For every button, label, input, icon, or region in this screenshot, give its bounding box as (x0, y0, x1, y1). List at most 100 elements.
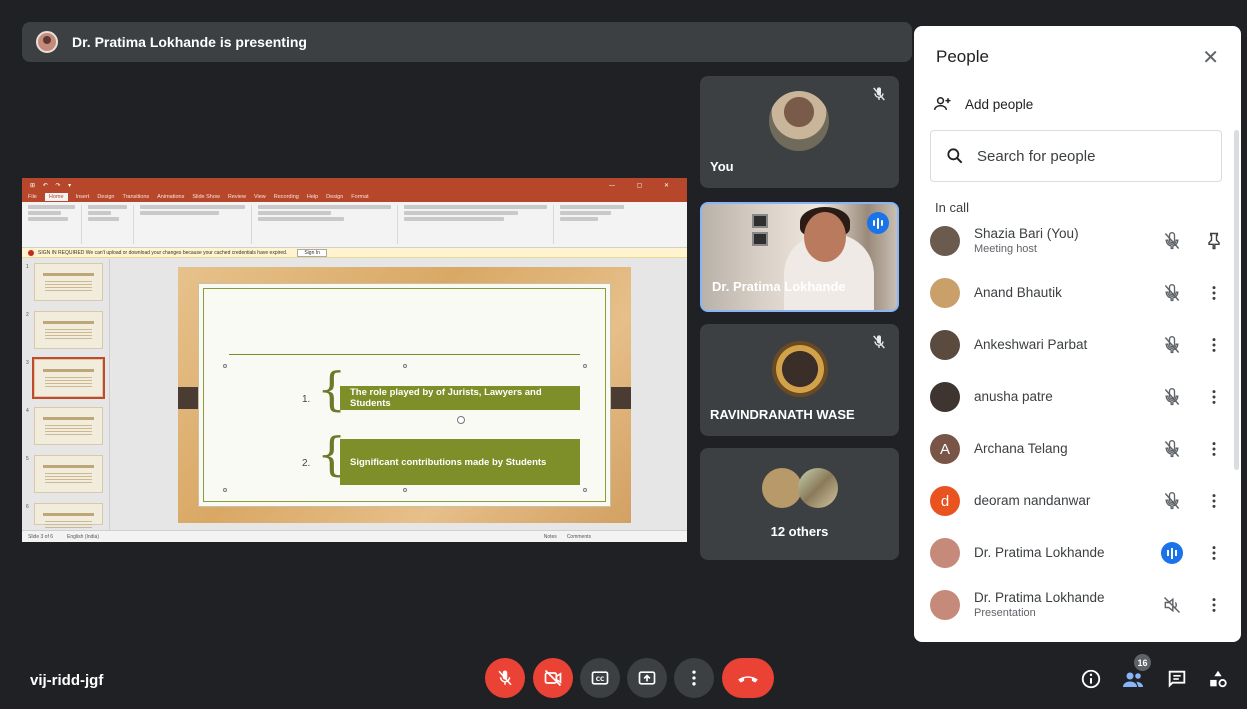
selection-handle (223, 364, 227, 368)
speaking-indicator-icon (867, 212, 889, 234)
ribbon-group (28, 205, 82, 244)
participant-more-button[interactable] (1199, 486, 1229, 516)
ppt-tab: View (253, 194, 266, 200)
participant-mic-status[interactable] (1157, 590, 1187, 620)
ppt-quick-access: ⊞ ↶ ↷ ▾ (30, 182, 75, 189)
leave-call-button[interactable] (722, 658, 774, 698)
more-vert-icon (1212, 598, 1216, 612)
ppt-tab: Recording (273, 194, 299, 200)
participant-mic-status[interactable] (1157, 538, 1187, 568)
current-slide: 1. { The role played by of Jurists, Lawy… (178, 267, 631, 523)
close-icon[interactable]: ✕ (1202, 45, 1219, 70)
sign-in-button: Sign In (297, 248, 327, 257)
participant-more-button[interactable] (1199, 538, 1229, 568)
mic-toggle-button[interactable] (485, 658, 525, 698)
camera-toggle-button[interactable] (533, 658, 573, 698)
participant-mic-status[interactable] (1157, 382, 1187, 412)
volume-off-icon (1163, 596, 1181, 614)
participant-row[interactable]: Dr. Pratima Lokhande Presentation (914, 579, 1241, 631)
mic-off-icon (1164, 336, 1180, 354)
slide-stage: 1. { The role played by of Jurists, Lawy… (110, 259, 687, 530)
status-notes: Notes (543, 533, 557, 540)
avatar (930, 382, 960, 412)
activities-button[interactable] (1205, 666, 1231, 692)
more-vert-icon (1212, 494, 1216, 508)
participant-row[interactable]: Ankeshwari Parbat (914, 319, 1241, 371)
present-button[interactable] (627, 658, 667, 698)
participant-mic-status[interactable] (1157, 486, 1187, 516)
ppt-tab: Design (326, 194, 344, 200)
participant-row[interactable]: d deoram nandanwar (914, 475, 1241, 527)
participant-mic-status[interactable] (1157, 434, 1187, 464)
participant-row[interactable]: A Archana Telang (914, 423, 1241, 475)
people-panel: People ✕ Add people In call Shazia Bari … (914, 26, 1241, 642)
slide-content: 1. { The role played by of Jurists, Lawy… (198, 283, 611, 507)
slide-point-bar: Significant contributions made by Studen… (340, 439, 580, 485)
hang-up-icon (738, 676, 758, 683)
slide-thumbnail: 6 (26, 503, 103, 531)
mic-off-icon (1164, 232, 1180, 250)
ribbon-group (140, 205, 252, 244)
warning-icon (28, 249, 34, 256)
search-box[interactable] (930, 130, 1222, 182)
meeting-details-button[interactable] (1078, 666, 1104, 692)
chat-icon (1168, 670, 1186, 688)
captions-button[interactable]: CC (580, 658, 620, 698)
slide-thumbnail-active: 3 (26, 357, 105, 399)
participant-row[interactable]: Dr. Pratima Lokhande (914, 527, 1241, 579)
participant-row[interactable]: anusha patre (914, 371, 1241, 423)
chat-button[interactable] (1164, 666, 1190, 692)
ppt-tab: Format (351, 194, 369, 200)
participant-tile-others[interactable]: 12 others (700, 448, 899, 560)
participant-tile-you[interactable]: You (700, 76, 899, 188)
mic-off-icon (498, 670, 512, 686)
avatar: d (930, 486, 960, 516)
speaker-video (804, 212, 846, 262)
selection-handle (583, 488, 587, 492)
others-count: 12 others (770, 524, 829, 539)
participant-name: Archana Telang (974, 440, 1068, 456)
participant-tile-speaker[interactable]: Dr. Pratima Lokhande (700, 202, 899, 312)
participant-mic-status[interactable] (1157, 278, 1187, 308)
more-vert-icon (1212, 390, 1216, 404)
slide-point-number: 1. (302, 394, 311, 405)
people-header: People ✕ (914, 26, 1241, 88)
more-vert-icon (1212, 442, 1216, 456)
participant-more-button[interactable] (1199, 330, 1229, 360)
camera-off-icon (544, 669, 562, 687)
people-title: People (936, 47, 989, 66)
participant-more-button[interactable] (1199, 590, 1229, 620)
participant-mic-status[interactable] (1157, 226, 1187, 256)
participant-name: Dr. Pratima Lokhande (974, 544, 1105, 560)
slide-point-text: The role played by of Jurists, Lawyers a… (350, 387, 542, 409)
participant-more-button[interactable] (1199, 382, 1229, 412)
participant-tile-ravindranath[interactable]: RAVINDRANATH WASE (700, 324, 899, 436)
people-scrollbar[interactable] (1234, 130, 1239, 470)
pin-button[interactable] (1199, 226, 1229, 256)
ppt-ribbon (22, 202, 687, 248)
participant-name: Ankeshwari Parbat (974, 336, 1088, 352)
slide-point-bar: The role played by of Jurists, Lawyers a… (340, 386, 580, 410)
participant-row[interactable]: Shazia Bari (You) Meeting host (914, 215, 1241, 267)
mic-off-icon (873, 87, 885, 101)
participant-role: Meeting host (974, 242, 1037, 255)
ppt-tab: Insert (75, 194, 90, 200)
participant-row[interactable]: Anand Bhautik (914, 267, 1241, 319)
mic-off-icon (1164, 492, 1180, 510)
participant-mic-status[interactable] (1157, 330, 1187, 360)
meeting-code: vij-ridd-jgf (30, 672, 104, 689)
ribbon-group (404, 205, 554, 244)
ppt-tab: Review (227, 194, 246, 200)
ppt-tab-active: Home (44, 193, 68, 201)
mic-off-icon (873, 335, 885, 349)
search-input[interactable] (977, 147, 1197, 165)
participant-name: Dr. Pratima Lokhande (974, 589, 1105, 605)
add-people-button[interactable]: Add people (914, 88, 1241, 120)
status-slide-count: Slide 3 of 6 (28, 533, 54, 540)
avatar (762, 468, 802, 508)
participant-more-button[interactable] (1199, 278, 1229, 308)
more-options-button[interactable] (674, 658, 714, 698)
activities-icon (1210, 670, 1227, 688)
participant-name: Anand Bhautik (974, 284, 1062, 300)
participant-more-button[interactable] (1199, 434, 1229, 464)
